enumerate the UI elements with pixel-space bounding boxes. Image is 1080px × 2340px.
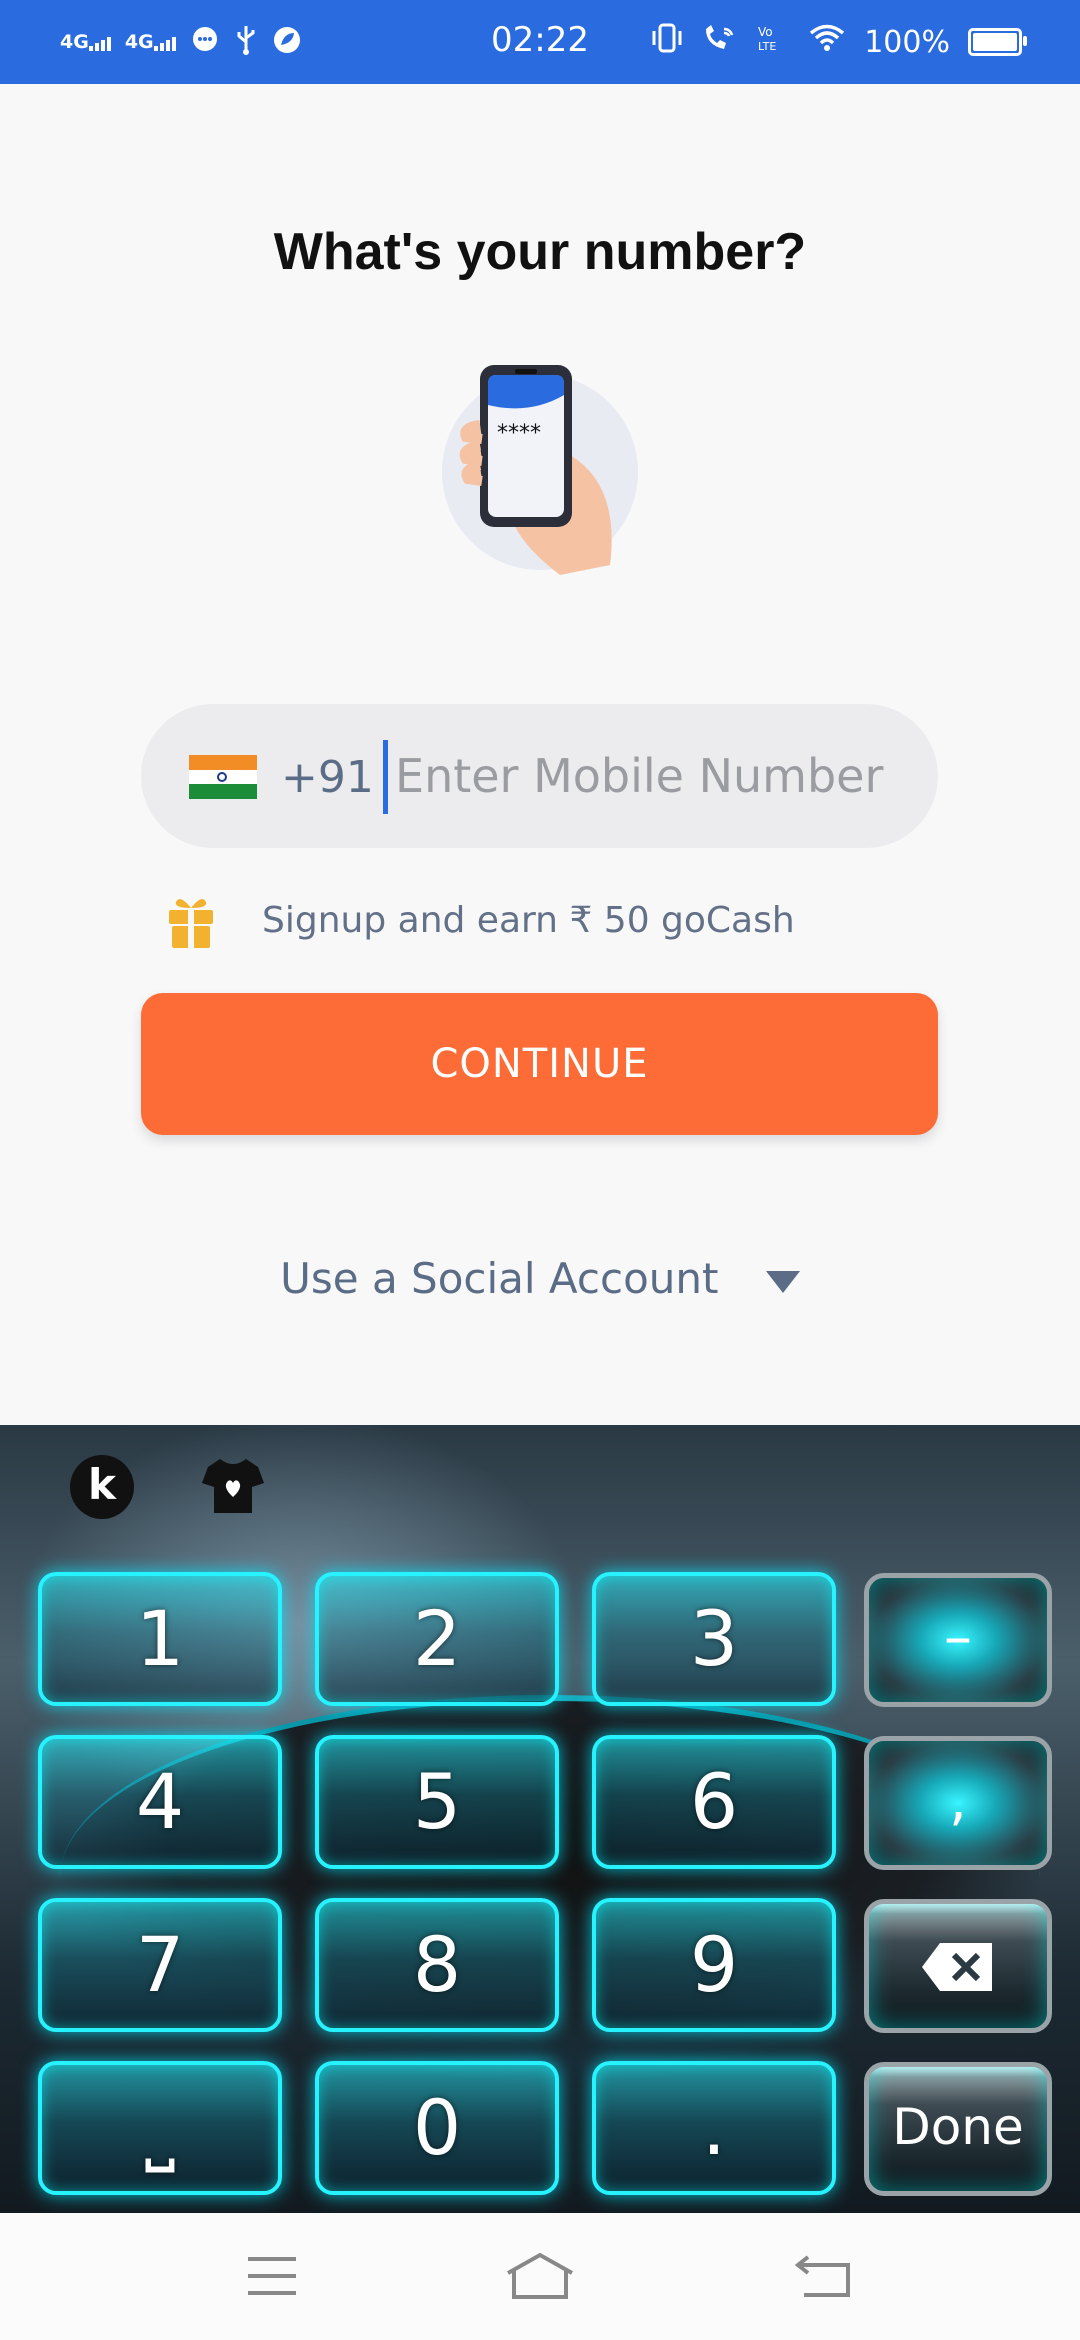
mobile-number-input[interactable] [395, 734, 895, 818]
key-9[interactable]: 9 [592, 1898, 836, 2032]
menu-icon[interactable] [244, 2251, 300, 2305]
volte-icon: Vo LTE [756, 23, 790, 61]
signup-promo-text: Signup and earn ₹ 50 goCash [262, 900, 795, 941]
key-7[interactable]: 7 [38, 1898, 282, 2032]
country-code[interactable]: +91 [281, 752, 374, 803]
use-social-account-toggle[interactable]: Use a Social Account [0, 1254, 1080, 1303]
text-cursor [383, 740, 388, 814]
key-space[interactable]: ⎵ [38, 2061, 282, 2195]
numeric-keyboard: k 1 2 3 – 4 5 6 , 7 8 9 ⎵ 0 . Done [0, 1425, 1080, 2213]
key-5[interactable]: 5 [315, 1735, 559, 1869]
key-0[interactable]: 0 [315, 2061, 559, 2195]
key-4[interactable]: 4 [38, 1735, 282, 1869]
svg-text:Vo: Vo [758, 25, 773, 39]
phone-in-hand-illustration: **** [440, 365, 640, 575]
key-1[interactable]: 1 [38, 1572, 282, 1706]
battery-icon [968, 28, 1027, 56]
mobile-number-field[interactable]: +91 [141, 704, 938, 848]
navigation-bar [0, 2213, 1080, 2340]
india-flag-icon[interactable] [189, 755, 257, 799]
keyboard-logo-icon[interactable]: k [70, 1455, 134, 1519]
chevron-down-icon [765, 1270, 800, 1293]
theme-shirt-icon[interactable] [200, 1455, 266, 1517]
key-6[interactable]: 6 [592, 1735, 836, 1869]
home-icon[interactable] [504, 2251, 576, 2305]
done-key[interactable]: Done [864, 2062, 1052, 2196]
key-3[interactable]: 3 [592, 1572, 836, 1706]
battery-percent: 100% [864, 24, 950, 60]
status-bar: 4G 4G 02:22 Vo LTE 100% [0, 0, 1080, 84]
svg-text:LTE: LTE [758, 40, 776, 53]
key-8[interactable]: 8 [315, 1898, 559, 2032]
key-2[interactable]: 2 [315, 1572, 559, 1706]
wifi-icon [808, 23, 846, 61]
key-minus[interactable]: – [864, 1573, 1052, 1707]
backspace-key[interactable] [864, 1899, 1052, 2033]
back-icon[interactable] [794, 2251, 854, 2305]
svg-text:****: **** [497, 421, 541, 446]
continue-button[interactable]: CONTINUE [141, 993, 938, 1135]
backspace-icon [920, 1931, 996, 1996]
page-title: What's your number? [273, 223, 807, 281]
wifi-calling-icon [702, 23, 738, 61]
vibrate-icon [650, 23, 684, 61]
gift-icon [166, 894, 216, 950]
key-comma[interactable]: , [864, 1736, 1052, 1870]
key-dot[interactable]: . [592, 2061, 836, 2195]
social-account-label: Use a Social Account [280, 1254, 719, 1303]
